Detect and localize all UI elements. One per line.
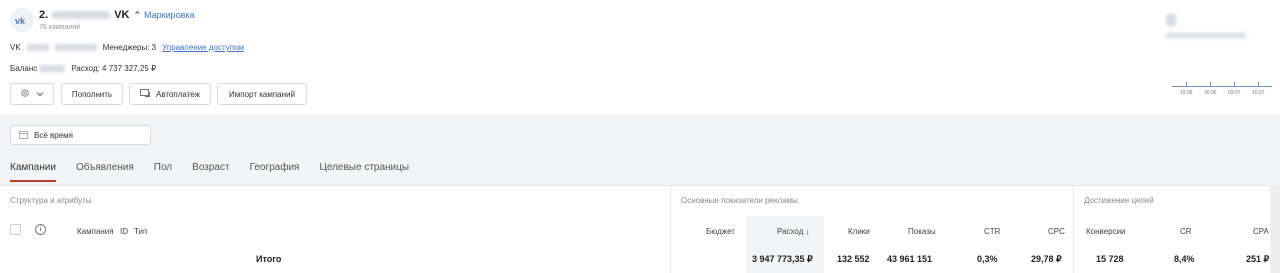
autopay-label: Автоплатеж xyxy=(156,89,200,99)
section-goals: Достижение целей xyxy=(1084,196,1154,205)
access-management-link[interactable]: Управление доступом xyxy=(162,43,244,52)
tab-geography[interactable]: География xyxy=(250,162,300,182)
header-cpc[interactable]: CPC xyxy=(1048,227,1065,236)
topup-label: Пополнить xyxy=(71,89,113,99)
tab-ads[interactable]: Объявления xyxy=(76,162,134,182)
marking-link[interactable]: Маркировка xyxy=(144,10,195,20)
header-type[interactable]: Тип xyxy=(134,227,147,236)
header-cr[interactable]: CR xyxy=(1180,227,1192,236)
blurred-name xyxy=(52,11,111,19)
title-suffix: VK xyxy=(114,9,130,21)
header-budget[interactable]: Бюджет xyxy=(706,227,735,236)
mini-chart-label: 10.07 xyxy=(1252,90,1265,96)
title-prefix: 2. xyxy=(39,9,49,21)
total-label: Итого xyxy=(256,254,282,264)
report-tabs: Кампании Объявления Пол Возраст Географи… xyxy=(10,162,429,182)
card-icon xyxy=(140,88,150,100)
header-clicks[interactable]: Клики xyxy=(848,227,870,236)
total-spend: 3 947 773,35 ₽ xyxy=(752,254,813,264)
blurred-user xyxy=(1166,33,1246,38)
tab-landing-pages[interactable]: Целевые страницы xyxy=(319,162,409,182)
section-divider xyxy=(670,185,671,273)
chevron-up-icon[interactable]: ⌃ xyxy=(133,10,141,21)
autopay-button[interactable]: Автоплатеж xyxy=(129,83,211,105)
section-structure: Структура и атрибуты xyxy=(10,196,92,205)
mini-chart-axis xyxy=(1172,86,1272,87)
header-shows[interactable]: Показы xyxy=(908,227,936,236)
period-label: Всё время xyxy=(34,130,73,140)
import-campaigns-button[interactable]: Импорт кампаний xyxy=(217,83,307,105)
total-conversions: 15 728 xyxy=(1096,254,1124,264)
vk-logo-icon: vk xyxy=(10,8,34,32)
section-divider xyxy=(1073,185,1074,273)
campaign-count: 78 кампаний xyxy=(39,24,81,31)
tab-campaigns[interactable]: Кампании xyxy=(10,162,56,182)
mini-chart-tick xyxy=(1258,82,1259,87)
spend-total: Расход: 4 737 327,25 ₽ xyxy=(71,64,157,73)
balance-label: Баланс xyxy=(10,64,38,73)
header-ctr[interactable]: CTR xyxy=(984,227,1000,236)
calendar-icon xyxy=(19,130,28,141)
header-spend-sorted[interactable]: Расход ↓ xyxy=(777,227,810,236)
mini-chart-tick xyxy=(1234,82,1235,87)
header-cpa[interactable]: CPA xyxy=(1253,227,1269,236)
info-icon[interactable]: i xyxy=(35,224,46,235)
total-cpc: 29,78 ₽ xyxy=(1031,254,1062,264)
header-campaign[interactable]: Кампания xyxy=(77,227,114,236)
tab-age[interactable]: Возраст xyxy=(192,162,229,182)
user-avatar-icon xyxy=(1166,14,1176,26)
total-clicks: 132 552 xyxy=(837,254,870,264)
section-main-metrics: Основные показатели рекламы xyxy=(681,196,798,205)
tab-gender[interactable]: Пол xyxy=(154,162,172,182)
total-ctr: 0,3% xyxy=(977,254,998,264)
period-picker[interactable]: Всё время xyxy=(10,125,151,145)
vk-label: VK xyxy=(10,43,21,52)
header-id[interactable]: ID xyxy=(120,227,128,236)
blurred-id xyxy=(26,44,49,51)
mini-chart-tick xyxy=(1210,82,1211,87)
account-title: 2. VK ⌃ xyxy=(39,9,141,21)
settings-dropdown-button[interactable] xyxy=(10,83,54,105)
mini-chart-tick xyxy=(1186,82,1187,87)
svg-text:vk: vk xyxy=(15,16,26,25)
managers-count: Менеджеры: 3 xyxy=(102,43,157,52)
select-all-checkbox[interactable] xyxy=(10,224,21,235)
horizontal-scroll-edge[interactable] xyxy=(1270,185,1280,273)
mini-chart-label: 19.06 xyxy=(1180,90,1193,96)
total-shows: 43 961 151 xyxy=(887,254,933,264)
total-cr: 8,4% xyxy=(1174,254,1195,264)
header-conversions[interactable]: Конверсии xyxy=(1086,227,1126,236)
import-label: Импорт кампаний xyxy=(229,89,295,99)
gear-icon xyxy=(20,88,30,100)
mini-chart-label: 03.07 xyxy=(1228,90,1241,96)
blurred-balance xyxy=(39,65,66,72)
blurred-email xyxy=(54,44,97,51)
total-cpa: 251 ₽ xyxy=(1246,254,1270,264)
account-info-row: VK Менеджеры: 3 Управление доступом xyxy=(10,43,244,52)
mini-chart-label: 26.06 xyxy=(1204,90,1217,96)
topup-button[interactable]: Пополнить xyxy=(61,83,123,105)
chevron-down-icon xyxy=(36,90,44,99)
balance-row: Баланс Расход: 4 737 327,25 ₽ xyxy=(10,64,156,73)
